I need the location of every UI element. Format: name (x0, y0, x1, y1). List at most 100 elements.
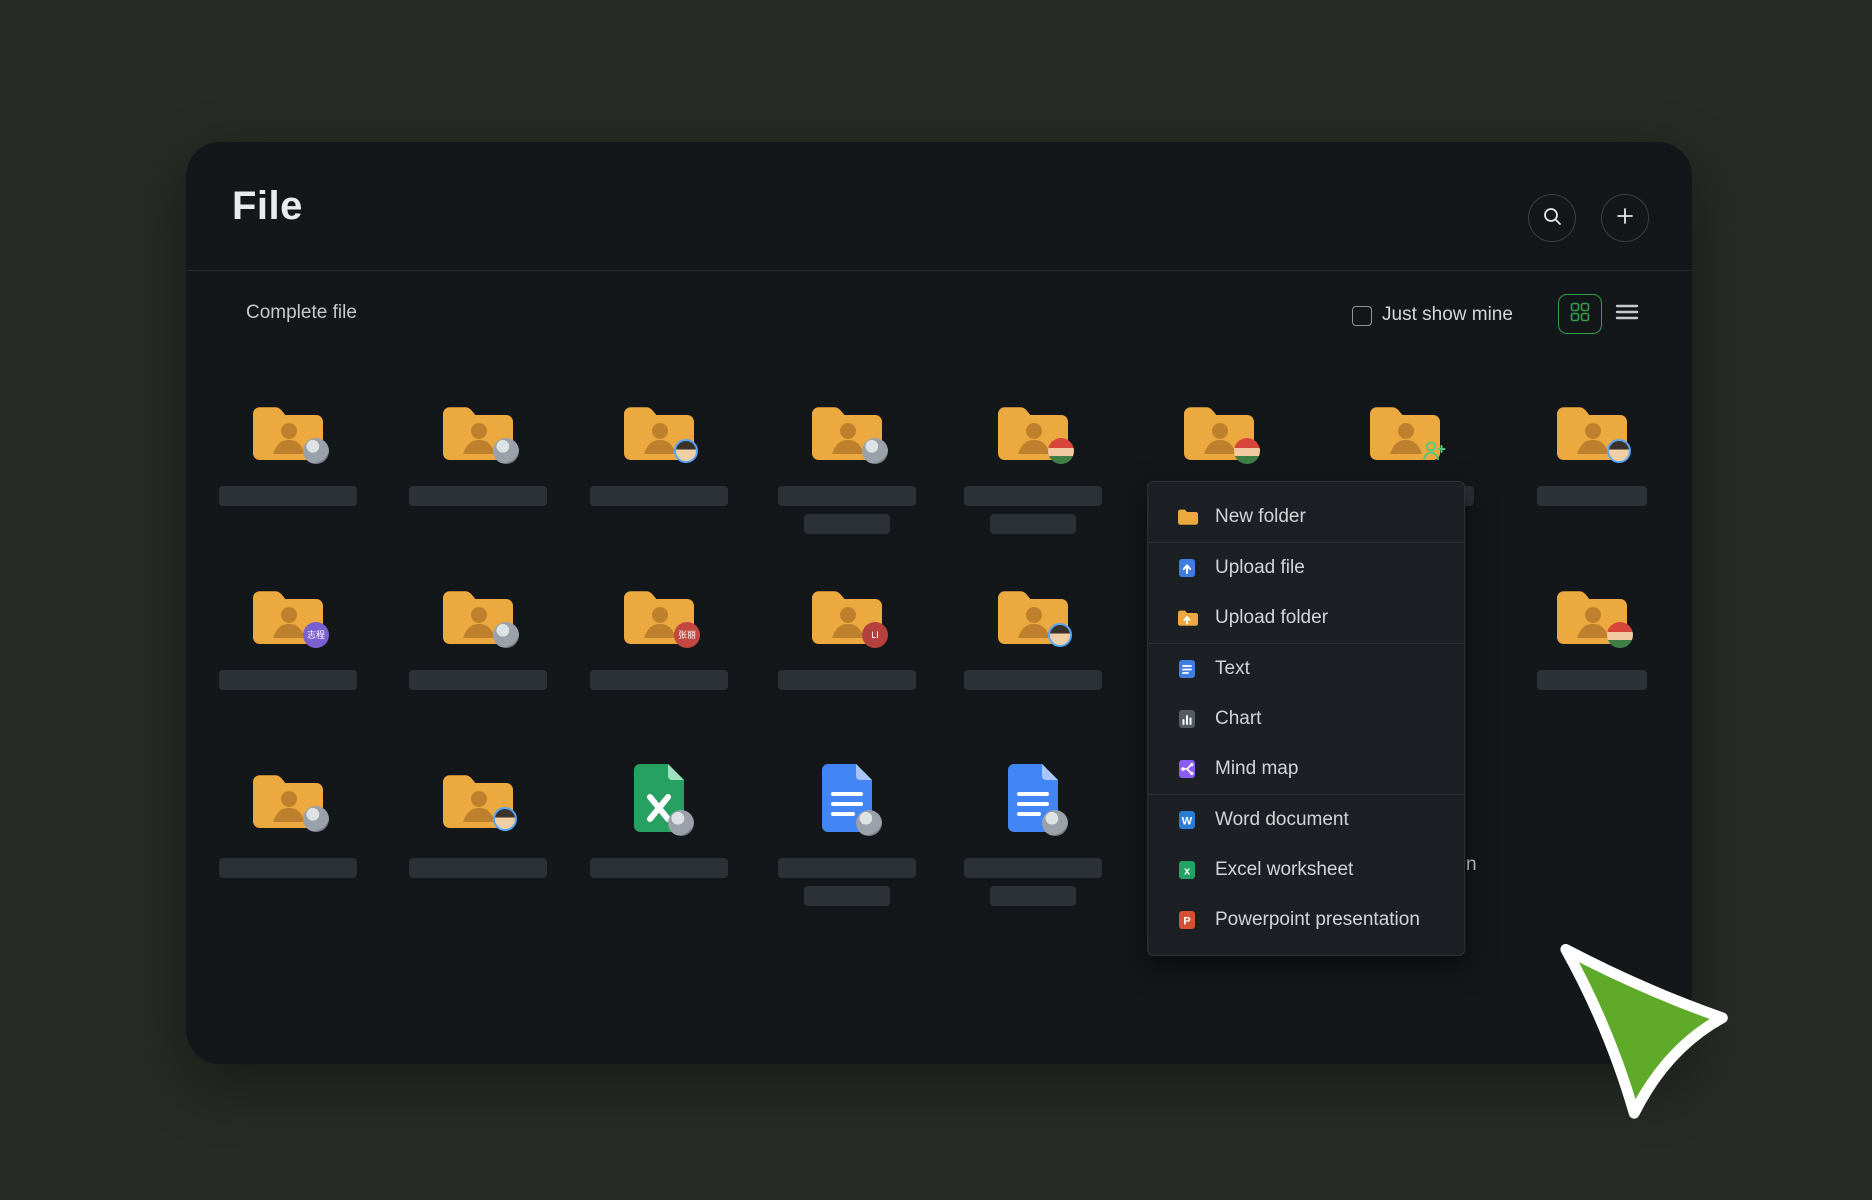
menu-item-label: New folder (1215, 506, 1306, 528)
doc-icon (772, 758, 922, 834)
filename-placeholder (219, 486, 357, 506)
avatar-badge (1048, 623, 1072, 647)
file-item[interactable]: LI (772, 574, 922, 650)
powerpoint-icon: P (1176, 909, 1198, 931)
file-item[interactable] (1144, 390, 1294, 466)
menu-item-new-folder[interactable]: New folder (1148, 492, 1464, 542)
magnifier-icon (1542, 206, 1562, 231)
menu-item-upload-file[interactable]: Upload file (1148, 543, 1464, 593)
folder-icon: 张丽 (584, 574, 734, 650)
menu-item-word-document[interactable]: W Word document (1148, 795, 1464, 845)
filename-placeholder (990, 886, 1076, 906)
excel-icon: x (1176, 859, 1198, 881)
avatar-badge (1607, 622, 1633, 648)
menu-item-upload-folder[interactable]: Upload folder (1148, 593, 1464, 643)
menu-group: Upload file Upload folder (1148, 542, 1464, 643)
folder-icon (958, 390, 1108, 466)
file-item[interactable] (403, 574, 553, 650)
svg-text:x: x (1184, 866, 1191, 878)
folder-icon: LI (772, 574, 922, 650)
filename-placeholder (964, 486, 1102, 506)
plus-icon (1615, 206, 1635, 231)
menu-item-label: Chart (1215, 708, 1261, 730)
section-label: Complete file (246, 302, 357, 324)
folder-icon (403, 574, 553, 650)
folder-icon (213, 758, 363, 834)
text-doc-icon (1176, 658, 1198, 680)
avatar-badge (303, 806, 329, 832)
folder-icon (1517, 574, 1667, 650)
file-item[interactable] (584, 390, 734, 466)
folder-icon (958, 574, 1108, 650)
file-item[interactable]: 志程 (213, 574, 363, 650)
folder-icon (1517, 390, 1667, 466)
upload-file-icon (1176, 557, 1198, 579)
page-title: File (232, 184, 303, 229)
filename-placeholder (778, 486, 916, 506)
filename-placeholder (804, 514, 890, 534)
upload-folder-icon (1176, 607, 1198, 629)
file-item[interactable]: 张丽 (584, 574, 734, 650)
add-button[interactable] (1601, 194, 1649, 242)
folder-icon (213, 390, 363, 466)
list-view-button[interactable] (1614, 304, 1640, 324)
folder-icon (403, 390, 553, 466)
avatar-badge (862, 438, 888, 464)
file-item[interactable] (772, 758, 922, 834)
file-item[interactable] (403, 390, 553, 466)
just-show-mine-label: Just show mine (1382, 304, 1513, 326)
menu-item-chart[interactable]: Chart (1148, 694, 1464, 744)
menu-item-label: Upload folder (1215, 607, 1328, 629)
avatar-badge (856, 810, 882, 836)
menu-group: New folder (1148, 492, 1464, 542)
avatar-badge (303, 438, 329, 464)
filename-placeholder (778, 858, 916, 878)
file-item[interactable] (213, 390, 363, 466)
menu-item-label: Word document (1215, 809, 1349, 831)
folder-icon (1330, 390, 1480, 466)
menu-item-label: Powerpoint presentation (1215, 909, 1420, 931)
file-item[interactable] (403, 758, 553, 834)
avatar-badge: 张丽 (674, 622, 700, 648)
menu-item-text[interactable]: Text (1148, 644, 1464, 694)
file-item[interactable] (958, 574, 1108, 650)
filename-placeholder (219, 858, 357, 878)
file-item[interactable] (1330, 390, 1480, 466)
excel-icon (584, 758, 734, 834)
grid-view-button[interactable] (1558, 294, 1602, 334)
file-item[interactable] (958, 390, 1108, 466)
avatar-badge (1234, 438, 1260, 464)
create-context-menu: New folder Upload file Upload folder Text Ch… (1147, 481, 1465, 956)
avatar-badge (1042, 810, 1068, 836)
folder-icon (772, 390, 922, 466)
cursor-arrow-icon (1555, 944, 1735, 1129)
chart-icon (1176, 708, 1198, 730)
occluded-label-fragment: n (1466, 854, 1477, 876)
member-add-icon (1420, 438, 1446, 464)
menu-item-mind-map[interactable]: Mind map (1148, 744, 1464, 794)
svg-text:P: P (1183, 916, 1190, 928)
menu-item-label: Upload file (1215, 557, 1305, 579)
file-item[interactable] (1517, 390, 1667, 466)
filename-placeholder (590, 486, 728, 506)
folder-icon (584, 390, 734, 466)
filename-placeholder (778, 670, 916, 690)
file-item[interactable] (958, 758, 1108, 834)
avatar-badge: 志程 (303, 622, 329, 648)
file-item[interactable] (772, 390, 922, 466)
file-item[interactable] (584, 758, 734, 834)
word-icon: W (1176, 809, 1198, 831)
menu-group: Text Chart Mind map (1148, 643, 1464, 794)
filename-placeholder (1537, 486, 1647, 506)
avatar-badge (668, 810, 694, 836)
menu-item-excel-worksheet[interactable]: x Excel worksheet (1148, 845, 1464, 895)
menu-item-powerpoint-presentation[interactable]: P Powerpoint presentation (1148, 895, 1464, 945)
menu-item-label: Excel worksheet (1215, 859, 1353, 881)
file-item[interactable] (213, 758, 363, 834)
file-item[interactable] (1517, 574, 1667, 650)
search-button[interactable] (1528, 194, 1576, 242)
just-show-mine-checkbox[interactable] (1352, 306, 1372, 326)
mindmap-icon (1176, 758, 1198, 780)
file-manager-window: File Complete file Just show mine (186, 142, 1692, 1064)
avatar-badge (493, 622, 519, 648)
